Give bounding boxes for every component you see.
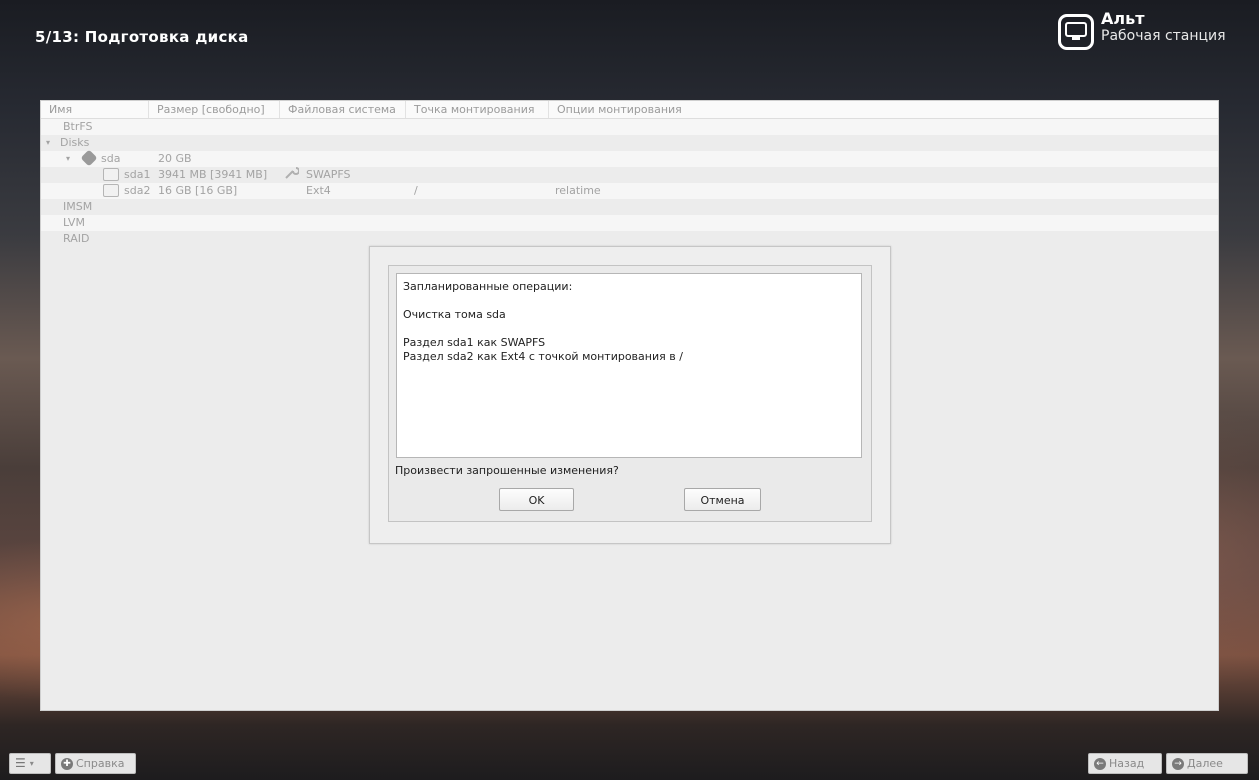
tree-row-raid[interactable]: RAID — [41, 231, 1218, 247]
operation-clear: Очистка тома sda — [403, 308, 506, 321]
arrow-right-icon: → — [1172, 757, 1184, 770]
partition-name: sda1 — [124, 168, 151, 181]
partition-tree: BtrFS ▾ Disks ▾ sda 20 GB sda1 3941 MB [… — [41, 119, 1218, 247]
partition-icon — [103, 167, 119, 183]
tree-row-sda2[interactable]: sda2 16 GB [16 GB] Ext4 / relatime — [41, 183, 1218, 199]
ok-button[interactable]: OK — [499, 488, 574, 511]
help-label: Справка — [76, 757, 125, 770]
partition-icon — [103, 183, 119, 199]
arrow-left-icon: ← — [1094, 757, 1106, 770]
partition-size: 3941 MB [3941 MB] — [158, 168, 268, 181]
chevron-down-icon: ▾ — [29, 759, 34, 768]
help-lifebuoy-icon: ✚ — [61, 757, 73, 770]
tree-label: LVM — [63, 216, 85, 229]
dialog-frame: Запланированные операции: Очистка тома s… — [388, 265, 872, 522]
confirm-dialog: Запланированные операции: Очистка тома s… — [369, 246, 891, 544]
brand: Альт Рабочая станция — [1058, 9, 1226, 50]
column-name[interactable]: Имя — [41, 101, 149, 118]
tree-row-lvm[interactable]: LVM — [41, 215, 1218, 231]
partition-size: 16 GB [16 GB] — [158, 184, 238, 197]
tree-label: IMSM — [63, 200, 93, 213]
brand-name: Альт — [1101, 9, 1145, 28]
disk-size: 20 GB — [158, 152, 192, 165]
operation-sda2: Раздел sda2 как Ext4 с точкой монтирован… — [403, 350, 683, 363]
table-header: Имя Размер [свободно] Файловая система Т… — [41, 101, 1218, 119]
back-label: Назад — [1109, 757, 1145, 770]
column-filesystem[interactable]: Файловая система — [280, 101, 406, 118]
tree-row-disks[interactable]: ▾ Disks — [41, 135, 1218, 151]
planned-operations-textarea[interactable]: Запланированные операции: Очистка тома s… — [396, 273, 862, 458]
back-button[interactable]: ← Назад — [1088, 753, 1162, 774]
tree-row-imsm[interactable]: IMSM — [41, 199, 1218, 215]
partition-filesystem: SWAPFS — [306, 168, 351, 181]
tree-row-sda[interactable]: ▾ sda 20 GB — [41, 149, 1218, 167]
menu-button[interactable]: ☰ ▾ — [9, 753, 51, 774]
help-button[interactable]: ✚ Справка — [55, 753, 136, 774]
cancel-button[interactable]: Отмена — [684, 488, 761, 511]
column-size[interactable]: Размер [свободно] — [149, 101, 280, 118]
brand-subtitle: Рабочая станция — [1101, 28, 1226, 45]
monitor-icon — [1058, 14, 1094, 50]
step-title: 5/13: Подготовка диска — [35, 28, 249, 46]
partition-filesystem: Ext4 — [306, 184, 331, 197]
expand-arrow-icon[interactable]: ▾ — [46, 135, 50, 151]
next-label: Далее — [1187, 757, 1223, 770]
tree-row-sda1[interactable]: sda1 3941 MB [3941 MB] SWAPFS — [41, 167, 1218, 183]
operations-heading: Запланированные операции: — [403, 280, 573, 293]
column-mountpoint[interactable]: Точка монтирования — [406, 101, 549, 118]
column-mount-options[interactable]: Опции монтирования — [549, 101, 1218, 118]
confirm-question: Произвести запрошенные изменения? — [395, 464, 619, 477]
disk-name: sda — [101, 152, 121, 165]
wrench-icon — [285, 167, 300, 184]
next-button[interactable]: → Далее — [1166, 753, 1248, 774]
partition-mount-options: relatime — [555, 184, 601, 197]
expand-arrow-icon[interactable]: ▾ — [66, 151, 70, 167]
partition-name: sda2 — [124, 184, 151, 197]
list-icon: ☰ — [15, 756, 26, 770]
tree-row-btrfs[interactable]: BtrFS — [41, 119, 1218, 135]
tree-label: BtrFS — [63, 120, 93, 133]
tree-label: Disks — [60, 136, 90, 149]
operation-sda1: Раздел sda1 как SWAPFS — [403, 336, 546, 349]
hard-disk-icon — [80, 149, 98, 167]
partition-mountpoint: / — [414, 184, 418, 197]
tree-label: RAID — [63, 232, 90, 245]
